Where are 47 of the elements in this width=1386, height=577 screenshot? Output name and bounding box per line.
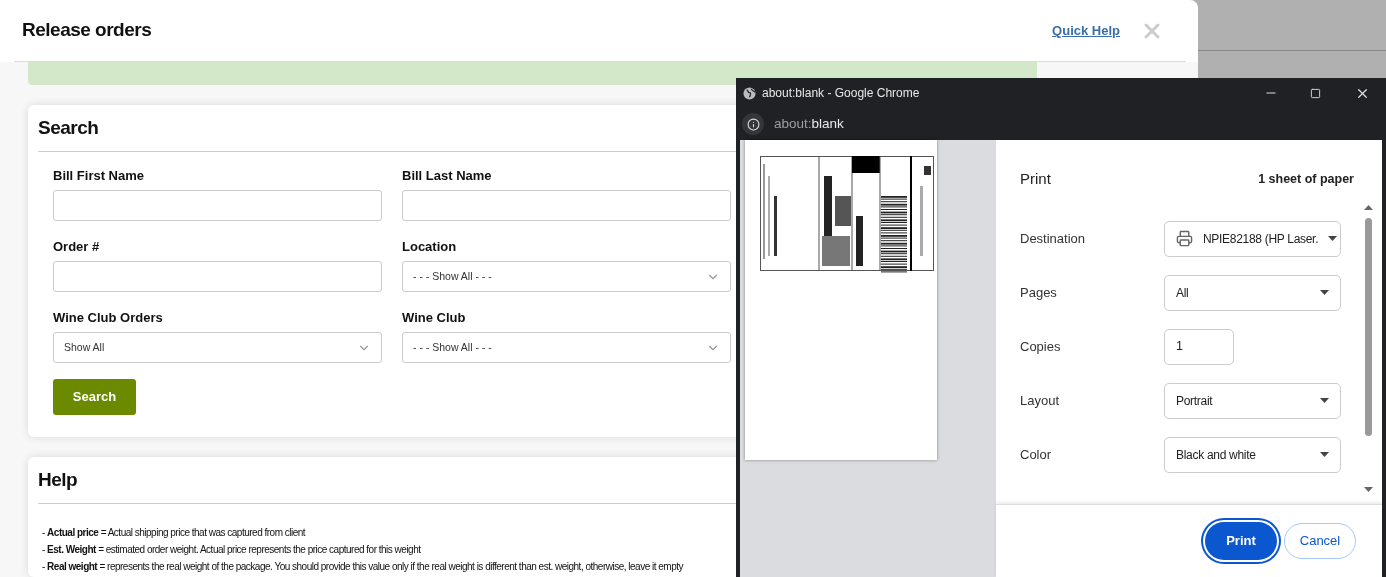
card-title: Help [38,469,78,490]
scrollbar-thumb[interactable] [1365,218,1372,436]
info-icon [746,117,760,131]
help-text: - Actual price = Actual shipping price that was captured from client [42,526,307,540]
select-field[interactable]: All [1164,274,1341,311]
address-bar[interactable]: about:blank [774,113,844,135]
setting-label: Pages [1020,283,1058,302]
help-text: - Est. Weight = estimated order weight. Actual price represents the price captured for this weight [42,543,422,557]
scroll-down-icon[interactable] [1364,487,1373,492]
field-label: Wine Club [402,310,467,325]
setting-label: Layout [1020,391,1061,410]
field-label: Bill First Name [53,168,146,183]
caret-icon [1328,236,1338,241]
scroll-up-icon[interactable] [1364,205,1373,210]
quick-help-link[interactable]: Quick Help [1052,20,1120,41]
info-button[interactable] [742,113,764,135]
select-field[interactable]: Show All [53,332,382,363]
caret-icon [1320,290,1329,295]
window-title: about:blank - Google Chrome [762,85,921,102]
sheet-count: 1 sheet of paper [1258,170,1354,188]
setting-label: Color [1020,445,1053,464]
input-field[interactable] [53,261,382,292]
select-field[interactable]: Black and white [1164,436,1341,473]
maximize-icon[interactable] [1310,87,1321,99]
globe-icon [743,86,756,100]
printer-icon [1176,230,1193,247]
input-field[interactable] [402,190,731,221]
caret-icon [1320,452,1329,457]
field-label: Wine Club Orders [53,310,164,325]
card-title: Search [38,117,99,138]
select-field[interactable]: Portrait [1164,382,1341,419]
modal-title: Release orders [22,18,153,43]
print-title: Print [1020,169,1051,189]
field-label: Location [402,239,458,254]
setting-label: Copies [1020,337,1062,356]
cancel-button[interactable]: Cancel [1284,522,1356,559]
field-label: Order # [53,239,101,254]
setting-label: Destination [1020,229,1087,248]
select-field[interactable]: NPIE82188 (HP Laser. [1164,220,1341,257]
select-field[interactable]: - - - Show All - - - [402,261,731,292]
help-text: - Real weight = represents the real weight of the package. You should provide this value only if the real weight is different than est. weight, otherwise, leave it empty [42,560,685,574]
caret-icon [1320,398,1329,403]
input-field[interactable] [53,190,382,221]
search-button[interactable]: Search [53,379,136,415]
copies-field[interactable]: 1 [1164,328,1234,365]
select-field[interactable]: - - - Show All - - - [402,332,731,363]
field-label: Bill Last Name [402,168,493,183]
